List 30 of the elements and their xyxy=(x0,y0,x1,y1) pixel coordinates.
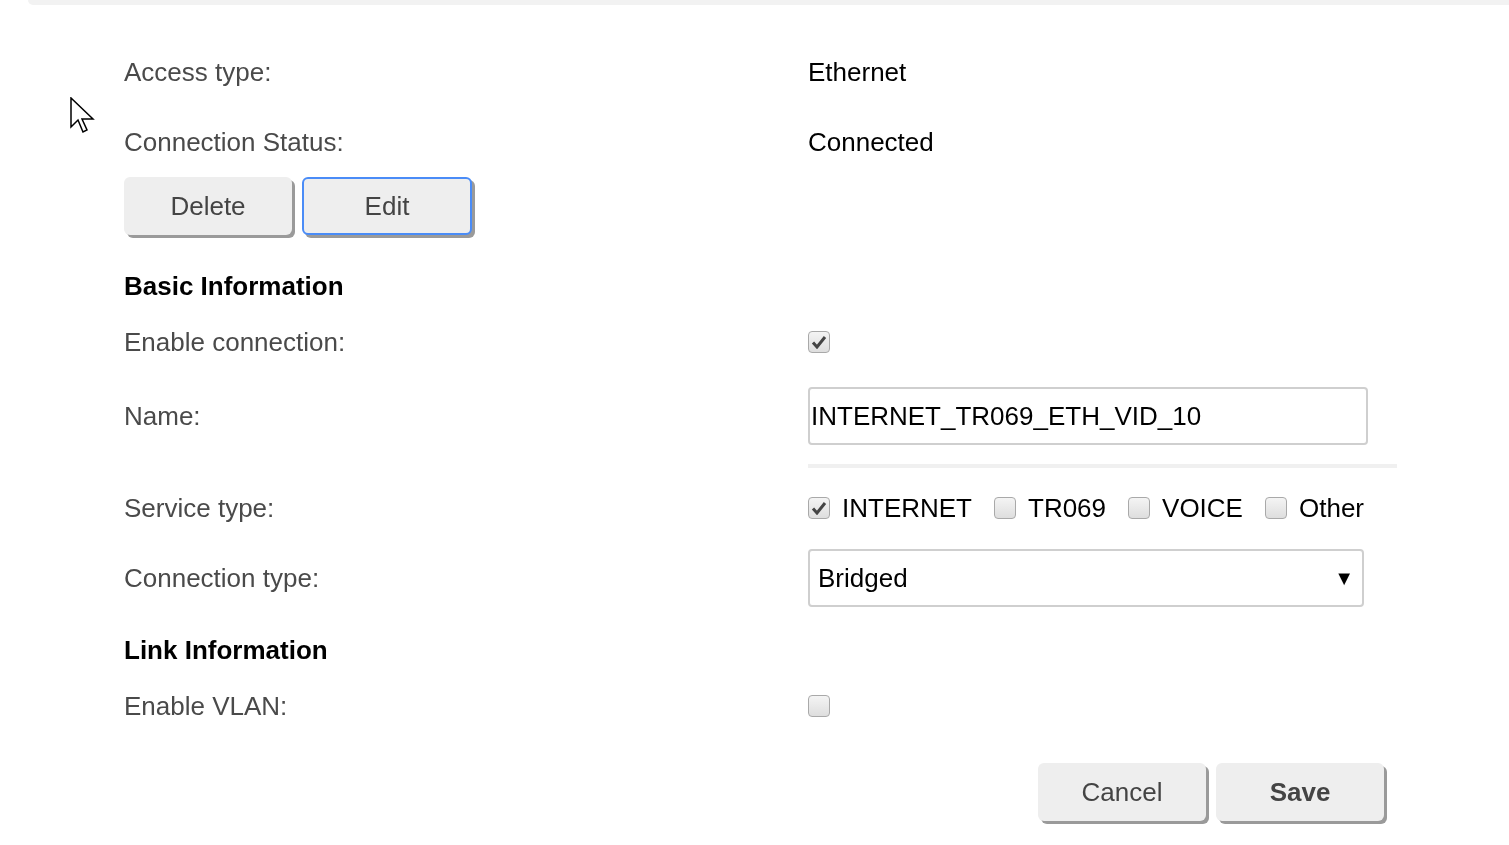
field-label: Connection type: xyxy=(124,561,321,595)
section-heading: Link Information xyxy=(124,633,328,667)
checkbox[interactable] xyxy=(808,331,830,353)
option-label: Other xyxy=(1298,491,1364,525)
checkbox[interactable] xyxy=(1264,497,1287,519)
field-label: Service type: xyxy=(124,491,276,525)
option-label: VOICE xyxy=(1162,491,1243,525)
field-label: Access type: xyxy=(124,55,273,89)
field-label: Enable VLAN: xyxy=(124,689,289,723)
action-button[interactable]: Delete xyxy=(124,177,292,235)
action-button[interactable]: Edit xyxy=(302,177,472,235)
field-label: Connection Status: xyxy=(124,125,345,159)
field-value: Connected xyxy=(808,125,934,159)
name-field[interactable]: INTERNET_TR069_ETH_VID_10 xyxy=(808,387,1368,445)
checkbox[interactable] xyxy=(994,497,1016,519)
checkbox[interactable] xyxy=(1128,497,1151,519)
field-label: Name: xyxy=(124,399,202,433)
footer-button[interactable]: Save xyxy=(1216,763,1384,821)
connection-type-select[interactable]: Bridged ▼ xyxy=(808,549,1364,607)
check-icon xyxy=(811,501,827,515)
check-icon xyxy=(811,335,827,349)
field-value: Ethernet xyxy=(808,55,907,89)
option-label: INTERNET xyxy=(842,491,972,525)
checkbox[interactable] xyxy=(808,695,830,717)
footer-button[interactable]: Cancel xyxy=(1038,763,1206,821)
cursor-icon xyxy=(70,97,96,135)
section-heading: Basic Information xyxy=(124,269,344,303)
option-label: TR069 xyxy=(1028,491,1107,525)
checkbox[interactable] xyxy=(808,497,830,519)
field-label: Enable connection: xyxy=(124,325,347,359)
